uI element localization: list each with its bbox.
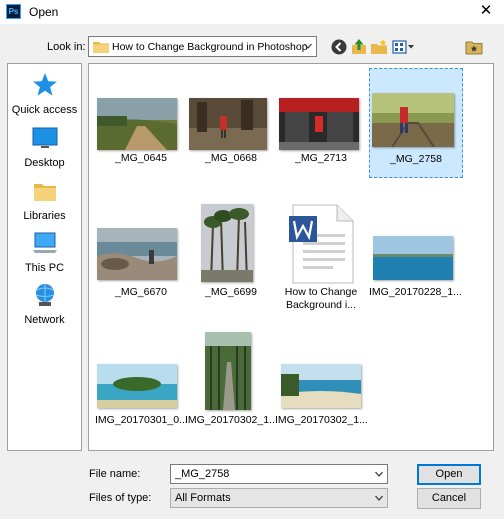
place-label: Quick access [11,104,78,116]
file-name-label: File name: [89,468,141,480]
place-label: Network [24,314,65,326]
photo-thumbnail [373,236,453,280]
photo-thumbnail [201,204,253,282]
chevron-down-icon[interactable] [304,42,312,50]
place-quick-access[interactable]: Quick access [8,72,81,116]
photo-thumbnail [97,364,177,408]
file-item[interactable]: _MG_0668 [185,68,279,178]
place-label: This PC [24,262,65,274]
file-type-label: Files of type: [89,492,152,504]
photo-thumbnail [205,332,251,410]
back-icon[interactable] [330,38,348,56]
file-list: _MG_0645 _MG_0668 _MG_2713 _MG_2758 _MG_… [88,63,494,451]
close-button[interactable]: ✕ [468,0,504,24]
photo-thumbnail [281,364,361,408]
look-in-label: Look in: [47,41,86,53]
cancel-button[interactable]: Cancel [417,488,481,509]
file-item[interactable]: _MG_0645 [95,68,189,178]
file-item[interactable]: _MG_6670 [95,202,189,312]
photoshop-app-icon: Ps [6,4,21,19]
file-label: _MG_6699 [205,286,257,298]
file-item[interactable]: IMG_20170301_0... [95,330,189,440]
file-item[interactable]: _MG_2713 [275,68,369,178]
file-label: _MG_0645 [115,152,167,164]
place-libraries[interactable]: Libraries [8,178,81,222]
place-network[interactable]: Network [8,282,81,326]
file-label: _MG_6670 [115,286,167,298]
folder-icon [93,42,109,53]
word-document-icon [289,204,354,284]
new-folder-icon[interactable] [370,38,388,56]
star-icon [32,73,57,96]
place-label: Libraries [23,210,66,222]
computer-icon [32,232,57,253]
file-label: How to Change Background i... [284,286,358,311]
file-label: IMG_20170228_1... [369,286,462,298]
title-bar: Ps Open ✕ [0,0,504,24]
file-label: _MG_2758 [390,153,442,165]
look-in-value: How to Change Background in Photoshop [112,41,308,53]
file-name-input[interactable] [170,464,388,484]
file-item[interactable]: _MG_6699 [185,202,279,312]
look-in-combo[interactable]: How to Change Background in Photoshop [88,36,317,57]
file-item-selected[interactable]: _MG_2758 [369,68,463,178]
place-label: Desktop [24,157,65,169]
file-label: IMG_20170302_1... [185,414,278,426]
file-item[interactable]: IMG_20170228_1... [369,202,463,312]
libraries-icon [33,184,56,201]
places-bar: Quick access Desktop Libraries This PC N… [7,63,82,451]
bookmark-folder-icon[interactable] [465,38,483,56]
photo-thumbnail [97,228,177,280]
file-label: IMG_20170301_0... [95,414,188,426]
file-item[interactable]: How to Change Background i... [275,202,369,332]
photo-thumbnail [189,98,267,150]
file-item[interactable]: IMG_20170302_1... [275,330,369,440]
file-label: _MG_0668 [205,152,257,164]
window-title: Open [29,5,59,19]
up-folder-icon[interactable] [350,38,368,56]
place-this-pc[interactable]: This PC [8,230,81,274]
photo-thumbnail [279,98,359,150]
desktop-icon [32,127,57,148]
open-dialog: Ps Open ✕ Look in: How to Change Backgro… [0,0,504,519]
photo-thumbnail [97,98,177,150]
open-button[interactable]: Open [417,464,481,485]
photo-thumbnail [372,93,454,147]
file-item[interactable]: IMG_20170302_1... [185,330,279,440]
file-label: _MG_2713 [295,152,347,164]
file-label: IMG_20170302_1... [275,414,368,426]
chevron-down-icon[interactable] [375,470,383,478]
network-icon [35,284,54,306]
place-desktop[interactable]: Desktop [8,125,81,169]
file-type-select[interactable]: All Formats [170,488,388,508]
chevron-down-icon[interactable] [375,494,383,502]
view-menu-icon[interactable] [392,38,414,56]
